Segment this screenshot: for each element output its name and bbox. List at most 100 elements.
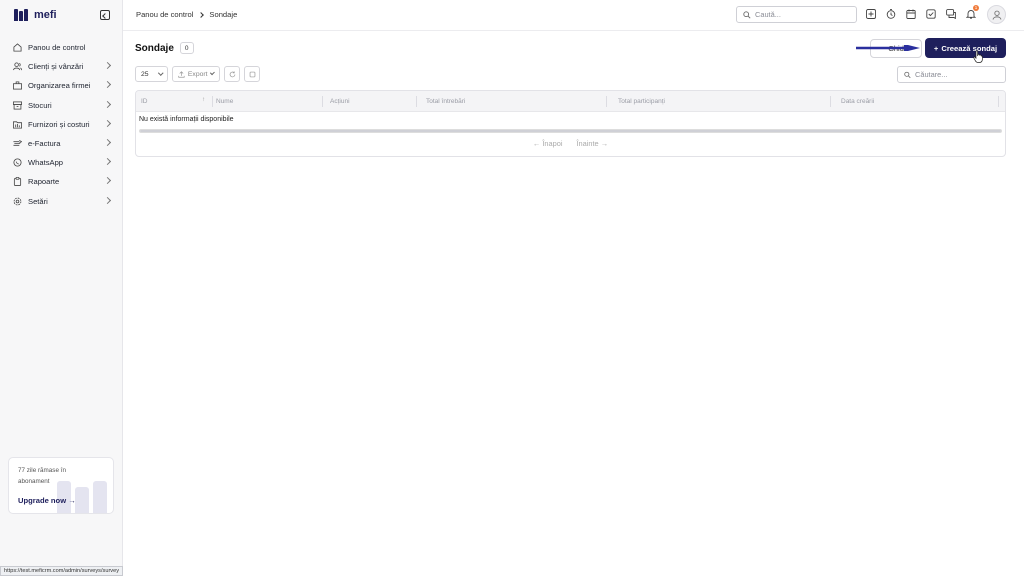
column-header-total-questions[interactable]: Total întrebări bbox=[426, 98, 465, 105]
chevron-right-icon bbox=[103, 158, 112, 166]
sidebar-item-label: Setări bbox=[28, 196, 48, 206]
sidebar-item-efactura[interactable]: e-Factura bbox=[8, 134, 114, 153]
logo-text: mefi bbox=[34, 9, 57, 21]
refresh-button[interactable] bbox=[224, 66, 240, 82]
efactura-icon bbox=[13, 139, 22, 148]
column-header-actions[interactable]: Acțiuni bbox=[330, 98, 350, 105]
notification-badge: 1 bbox=[973, 5, 979, 11]
calendar-icon[interactable] bbox=[905, 8, 916, 19]
sidebar-item-label: Clienți și vânzări bbox=[28, 62, 84, 72]
chevron-right-icon bbox=[103, 119, 112, 127]
column-header-total-participants[interactable]: Total participanți bbox=[618, 98, 665, 105]
chevron-right-icon bbox=[103, 196, 112, 204]
sidebar-item-setari[interactable]: Setări bbox=[8, 192, 114, 211]
search-icon bbox=[743, 10, 751, 19]
table-toolbar: 25 Export bbox=[135, 66, 260, 82]
add-icon[interactable] bbox=[865, 8, 876, 19]
column-divider bbox=[322, 96, 323, 107]
column-header-created-date[interactable]: Data creării bbox=[841, 98, 874, 105]
collapse-sidebar-icon[interactable] bbox=[100, 10, 110, 20]
column-divider bbox=[606, 96, 607, 107]
breadcrumb: Panou de control Sondaje bbox=[136, 10, 237, 19]
user-icon bbox=[992, 10, 1001, 20]
search-icon bbox=[904, 71, 911, 78]
chevron-right-icon bbox=[103, 62, 112, 70]
horizontal-scrollbar[interactable] bbox=[139, 129, 1002, 133]
breadcrumb-current: Sondaje bbox=[209, 10, 238, 19]
column-divider bbox=[830, 96, 831, 107]
folder-icon bbox=[13, 120, 22, 129]
chevron-right-icon bbox=[103, 177, 112, 185]
topbar: Panou de control Sondaje 1 bbox=[123, 0, 1024, 31]
upgrade-card: 77 zile rămase în abonament Upgrade now … bbox=[8, 457, 114, 514]
sidebar-item-label: e-Factura bbox=[28, 139, 61, 149]
clipboard-icon bbox=[13, 177, 22, 187]
sidebar-item-whatsapp[interactable]: WhatsApp bbox=[8, 153, 114, 172]
export-label: Export bbox=[187, 70, 208, 78]
record-count-badge: 0 bbox=[179, 42, 194, 54]
home-icon bbox=[13, 43, 22, 52]
chevron-right-icon bbox=[198, 11, 205, 18]
gear-icon bbox=[13, 197, 22, 206]
sidebar-item-clienti[interactable]: Clienți și vânzări bbox=[8, 57, 114, 76]
chevron-down-icon bbox=[157, 70, 163, 76]
global-search bbox=[736, 6, 857, 23]
reset-icon bbox=[249, 71, 255, 77]
topbar-icons: 1 bbox=[865, 5, 979, 19]
sidebar-item-label: Stocuri bbox=[28, 100, 52, 110]
whatsapp-icon bbox=[13, 158, 22, 167]
timer-icon[interactable] bbox=[885, 8, 896, 19]
sidebar-item-furnizori[interactable]: Furnizori și costuri bbox=[8, 115, 114, 134]
sidebar-item-organizarea[interactable]: Organizarea firmei bbox=[8, 76, 114, 95]
export-button[interactable]: Export bbox=[172, 66, 220, 82]
chevron-right-icon bbox=[103, 81, 112, 89]
sidebar-nav: Panou de control Clienți și vânzări Orga… bbox=[8, 38, 114, 211]
sidebar-item-stocuri[interactable]: Stocuri bbox=[8, 96, 114, 115]
sidebar-item-panou-de-control[interactable]: Panou de control bbox=[8, 38, 114, 57]
hand-cursor-icon bbox=[973, 50, 983, 63]
column-divider bbox=[212, 96, 213, 107]
page-size-value: 25 bbox=[141, 70, 149, 78]
surveys-table: ID ↑ Nume Acțiuni Total întrebări Total … bbox=[135, 90, 1006, 157]
table-search-input[interactable] bbox=[915, 70, 1005, 79]
users-icon bbox=[13, 62, 22, 71]
sidebar-item-label: Organizarea firmei bbox=[28, 81, 91, 91]
page-title-text: Sondaje bbox=[135, 42, 174, 54]
export-icon bbox=[178, 70, 185, 78]
breadcrumb-home-link[interactable]: Panou de control bbox=[136, 10, 193, 19]
sidebar-item-label: Rapoarte bbox=[28, 177, 60, 187]
column-divider bbox=[416, 96, 417, 107]
next-page-button[interactable]: Înainte → bbox=[576, 139, 608, 148]
logo[interactable]: mefi bbox=[14, 9, 57, 21]
page-size-select[interactable]: 25 bbox=[135, 66, 168, 82]
chevron-down-icon bbox=[209, 70, 215, 76]
column-header-id[interactable]: ID bbox=[141, 98, 148, 105]
logo-mark-icon bbox=[14, 9, 30, 21]
annotation-arrow-icon bbox=[856, 45, 920, 51]
empty-table-message: Nu există informații disponibile bbox=[139, 116, 234, 123]
column-header-name[interactable]: Nume bbox=[216, 98, 233, 105]
sidebar-item-label: Panou de control bbox=[28, 43, 86, 53]
page-title: Sondaje 0 bbox=[135, 42, 194, 54]
scrollbar-thumb[interactable] bbox=[140, 130, 1001, 132]
tasks-icon[interactable] bbox=[925, 8, 936, 19]
create-survey-label: Creează sondaj bbox=[941, 43, 998, 53]
refresh-icon bbox=[229, 71, 235, 77]
global-search-input[interactable] bbox=[755, 10, 845, 19]
prev-page-button[interactable]: ← Înapoi bbox=[533, 139, 563, 148]
sort-asc-icon[interactable]: ↑ bbox=[202, 97, 205, 103]
sidebar-item-label: WhatsApp bbox=[28, 158, 64, 168]
status-bar-url: https://test.meficrm.com/admin/surveys/s… bbox=[0, 566, 124, 576]
subscription-days-left: 77 zile rămase în abonament bbox=[18, 467, 66, 485]
table-search bbox=[897, 66, 1006, 83]
create-survey-button[interactable]: + Creează sondaj bbox=[925, 38, 1006, 58]
notifications-icon[interactable]: 1 bbox=[965, 5, 979, 19]
clear-filters-button[interactable] bbox=[244, 66, 260, 82]
user-avatar[interactable] bbox=[987, 5, 1006, 24]
sidebar-item-label: Furnizori și costuri bbox=[28, 119, 90, 129]
org-icon bbox=[13, 81, 22, 90]
sidebar-item-rapoarte[interactable]: Rapoarte bbox=[8, 172, 114, 191]
chat-icon[interactable] bbox=[945, 8, 956, 19]
pagination: ← Înapoi Înainte → bbox=[136, 139, 1005, 148]
upgrade-now-link[interactable]: Upgrade now → bbox=[18, 496, 76, 505]
